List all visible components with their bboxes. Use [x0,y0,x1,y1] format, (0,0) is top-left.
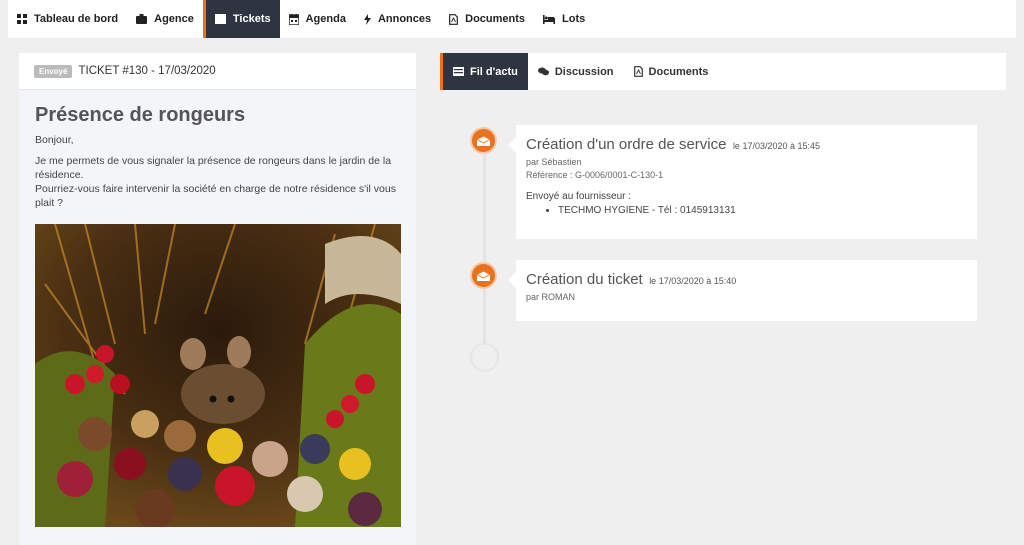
bolt-icon [363,13,371,25]
tab-fil-actu[interactable]: Fil d'actu [440,53,528,90]
ticket-header: Envoyé TICKET #130 - 17/03/2020 [19,53,416,90]
dashboard-grid-icon [17,14,27,24]
file-pdf-icon [633,66,643,77]
ticket-message: Bonjour, Je me permets de vous signaler … [35,133,400,210]
file-pdf-icon [449,13,459,25]
nav-item-agenda[interactable]: Agenda [280,0,355,38]
timeline-entry-sent-label: Envoyé au fournisseur : [526,191,632,202]
nav-item-tickets[interactable]: Tickets [202,0,280,38]
ticket-number: TICKET #130 - 17/03/2020 [78,65,216,77]
tab-discussion[interactable]: Discussion [528,53,624,90]
nav-item-label: Annonces [377,13,432,25]
nav-item-annonces[interactable]: Annonces [355,0,440,38]
tab-label: Fil d'actu [470,65,518,78]
tab-label: Documents [648,65,709,78]
ticket-title: Présence de rongeurs [35,104,246,126]
list-icon [453,67,464,76]
timeline-entry-reference: Référence : G-0006/0001-C-130-1 [526,170,664,180]
nav-item-label: Tickets [232,13,271,25]
ticket-greeting: Bonjour, [35,134,74,146]
timeline-end-marker [470,343,499,372]
timeline-line [483,145,486,355]
bed-icon [543,14,556,24]
ticket-photo[interactable] [35,224,401,527]
envelope-icon [470,262,497,289]
timeline-entry-author: par ROMAN [526,292,576,302]
status-badge: Envoyé [34,64,73,78]
nav-item-documents[interactable]: Documents [440,0,534,38]
comments-icon [537,67,549,76]
ticket-body-line-2: Pourriez-vous faire intervenir la sociét… [35,183,396,209]
timeline-entry-date: le 17/03/2020 à 15:40 [649,276,737,286]
nav-item-agence[interactable]: Agence [127,0,203,38]
mouse-photo-image [35,224,401,527]
nav-item-label: Agenda [305,13,346,25]
nav-item-label: Lots [562,13,586,25]
nav-item-label: Agence [154,13,194,25]
activity-tabs: Fil d'actu Discussion Documents [440,53,1006,90]
nav-item-dashboard[interactable]: Tableau de bord [8,0,127,38]
envelope-icon [470,127,497,154]
ticket-body-line-1: Je me permets de vous signaler la présen… [35,155,392,181]
ticket-list-icon [214,14,226,24]
timeline-entry-date: le 17/03/2020 à 15:45 [732,141,821,151]
timeline-entry-title: Création d'un ordre de service [526,136,727,153]
nav-item-label: Tableau de bord [34,13,119,25]
nav-item-lots[interactable]: Lots [534,0,594,38]
top-navigation: Tableau de bord Agence Tickets Agenda An… [8,0,1016,38]
ticket-card: Envoyé TICKET #130 - 17/03/2020 Présence… [19,53,416,545]
timeline-entry-order: Création d'un ordre de service le 17/03/… [508,125,977,239]
timeline-entry-title: Création du ticket [526,271,643,288]
tab-label: Discussion [554,65,614,78]
timeline-entry-ticket: Création du ticket le 17/03/2020 à 15:40… [508,260,977,321]
timeline-entry-author: par Sébastien [526,157,582,167]
nav-item-label: Documents [465,13,526,25]
supplier-list: TECHMO HYGIENE - Tél : 0145913131 [526,205,967,216]
ticket-body: Présence de rongeurs Bonjour, Je me perm… [19,90,416,210]
briefcase-icon [136,14,148,24]
supplier-item: TECHMO HYGIENE - Tél : 0145913131 [558,205,967,216]
tab-documents[interactable]: Documents [624,53,719,90]
calendar-icon [288,13,299,25]
